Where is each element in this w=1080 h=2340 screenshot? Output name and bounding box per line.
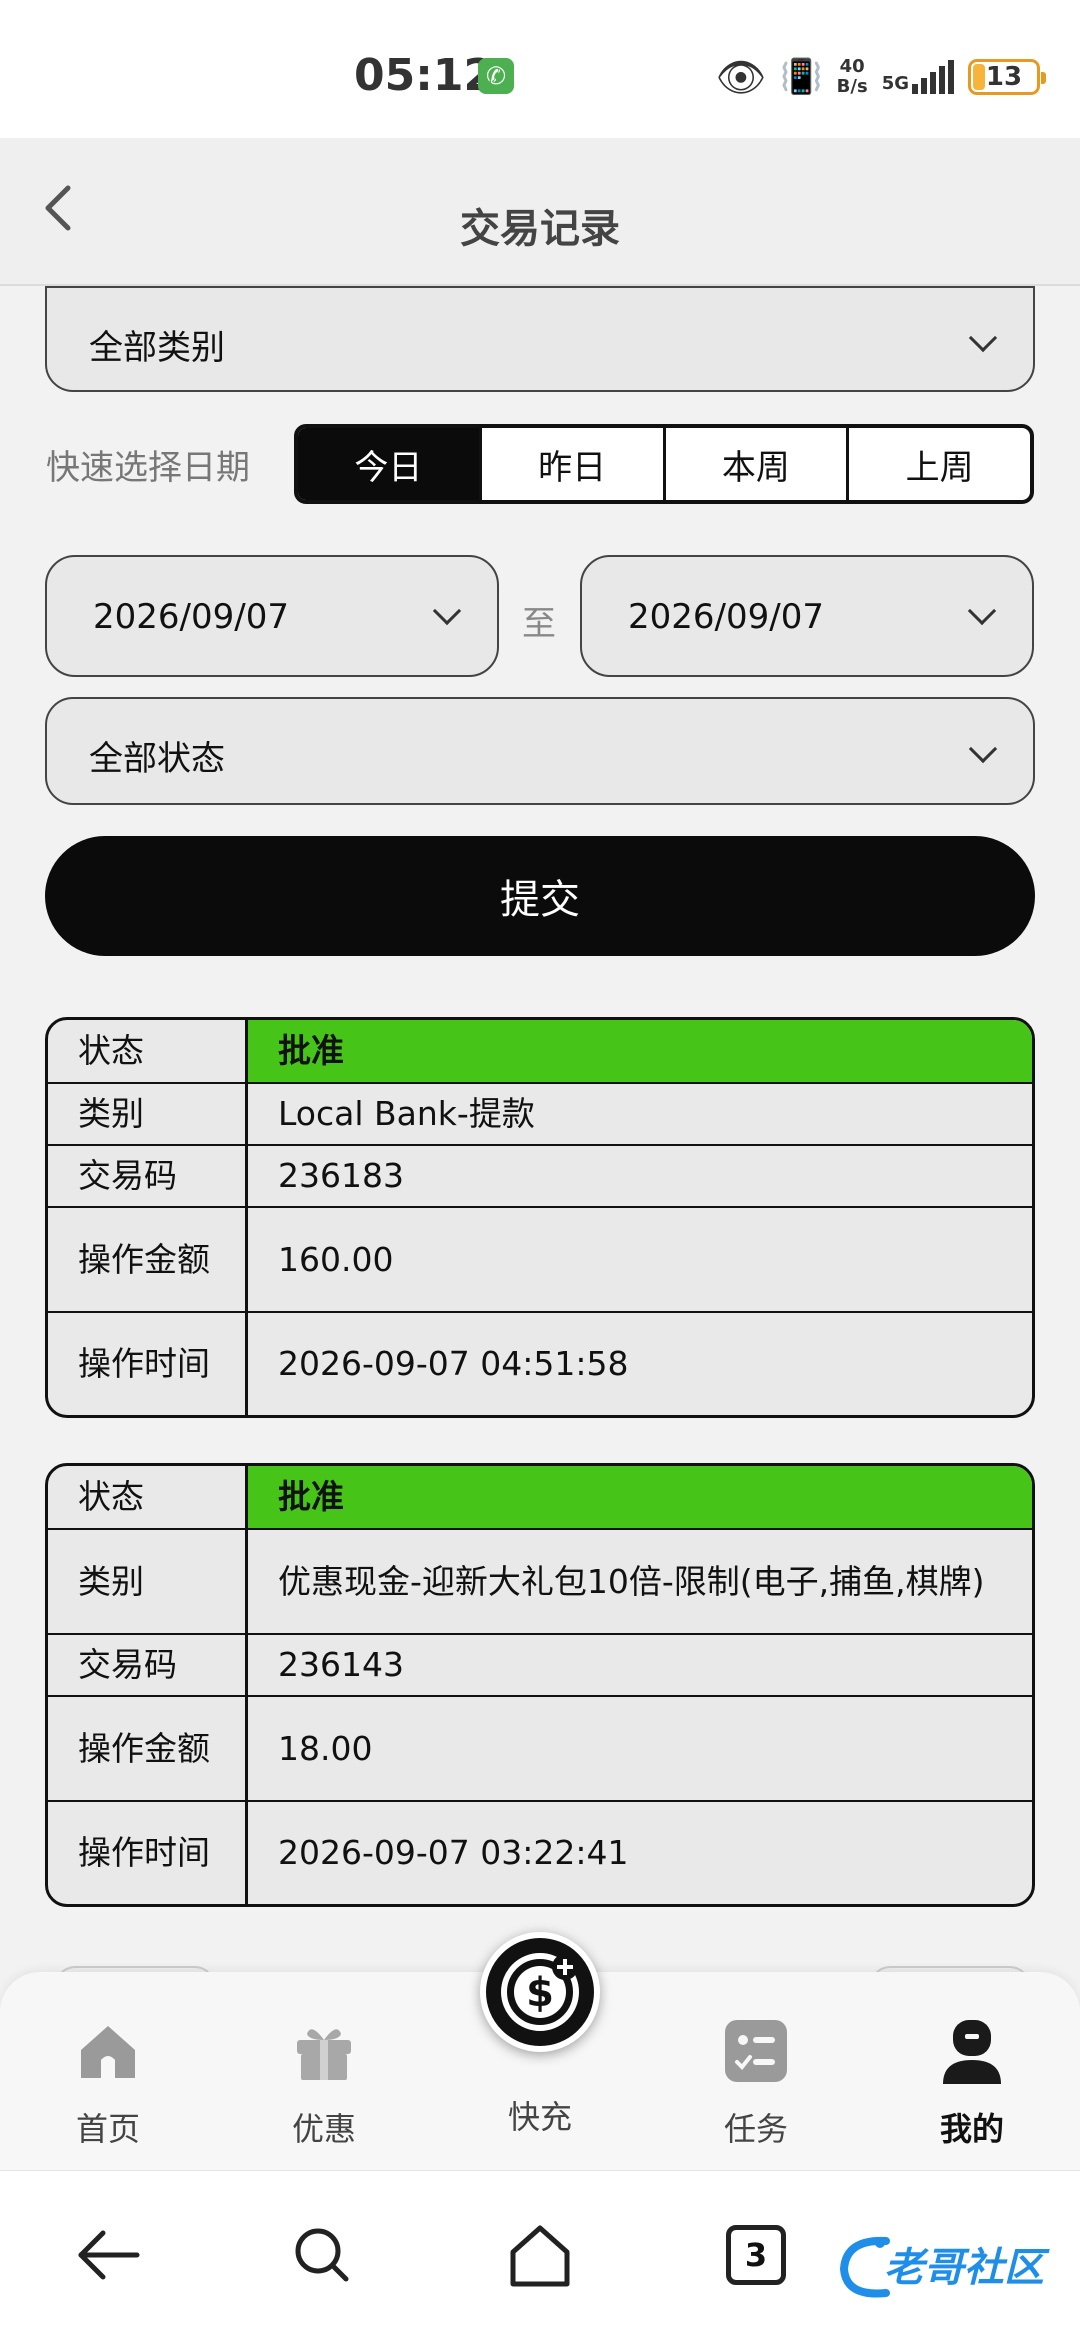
tab-promotions[interactable]: 优惠 — [254, 2016, 394, 2150]
row-value: 优惠现金-迎新大礼包10倍-限制(电子,捕鱼,棋牌) — [278, 1561, 985, 1601]
date-from-picker[interactable]: 2026/09/07 — [45, 555, 499, 677]
record-row-code: 交易码 236183 — [48, 1144, 1032, 1206]
row-label: 类别 — [48, 1530, 248, 1633]
row-value: 236143 — [278, 1645, 404, 1684]
nav-tabs-button[interactable]: 3 — [716, 2215, 796, 2295]
clock: 05:12 — [354, 50, 495, 101]
transaction-record: 状态 批准 类别 Local Bank-提款 交易码 236183 操作金额 1… — [45, 1017, 1035, 1418]
row-value: 2026-09-07 04:51:58 — [278, 1344, 629, 1383]
row-label: 状态 — [48, 1466, 248, 1528]
status-badge: 批准 — [248, 1020, 1032, 1082]
record-row-status: 状态 批准 — [48, 1020, 1032, 1082]
task-icon — [725, 2020, 787, 2082]
quick-recharge-label: 快充 — [507, 2098, 572, 2136]
tab-home[interactable]: 首页 — [38, 2016, 178, 2150]
user-icon — [943, 2020, 1001, 2084]
row-label: 操作金额 — [48, 1208, 248, 1311]
page-title: 交易记录 — [460, 206, 620, 252]
category-value: 全部类别 — [89, 328, 225, 368]
record-row-time: 操作时间 2026-09-07 04:51:58 — [48, 1311, 1032, 1415]
quick-recharge-button[interactable]: $ — [480, 1932, 600, 2052]
record-row-category: 类别 优惠现金-迎新大礼包10倍-限制(电子,捕鱼,棋牌) — [48, 1528, 1032, 1633]
network-speed: 40 B/s — [836, 56, 868, 97]
home-outline-icon — [510, 2225, 570, 2287]
status-select[interactable]: 全部状态 — [45, 697, 1035, 805]
system-nav-bar: 3 老哥社区 — [0, 2170, 1080, 2340]
row-value: 18.00 — [278, 1728, 373, 1768]
submit-button[interactable]: 提交 — [45, 836, 1035, 956]
row-value: 236183 — [278, 1156, 404, 1195]
phone-call-icon: ✆ — [478, 58, 514, 94]
nav-home-button[interactable] — [500, 2215, 580, 2295]
record-row-category: 类别 Local Bank-提款 — [48, 1082, 1032, 1144]
svg-text:$: $ — [526, 1970, 554, 2016]
search-icon — [295, 2228, 349, 2282]
tabs-count-icon: 3 — [726, 2225, 786, 2285]
quick-date-this-week[interactable]: 本周 — [662, 428, 847, 500]
app-header: 交易记录 — [0, 138, 1080, 286]
chevron-down-icon — [968, 323, 998, 353]
quick-date-segmented: 今日 昨日 本周 上周 — [294, 424, 1034, 504]
battery-icon: 13 — [968, 59, 1046, 95]
record-row-amount: 操作金额 160.00 — [48, 1206, 1032, 1311]
record-row-amount: 操作金额 18.00 — [48, 1695, 1032, 1800]
dollar-plus-icon: $ — [501, 1953, 579, 2031]
chevron-down-icon — [432, 596, 462, 626]
category-select[interactable]: 全部类别 — [45, 286, 1035, 392]
date-from-value: 2026/09/07 — [93, 597, 289, 637]
status-bar: 05:12 ✆ 👁 📳 40 B/s 5G 13 — [0, 0, 1080, 138]
row-label: 状态 — [48, 1020, 248, 1082]
row-label: 交易码 — [48, 1146, 248, 1206]
status-badge: 批准 — [248, 1466, 1032, 1528]
record-row-status: 状态 批准 — [48, 1466, 1032, 1528]
status-value: 全部状态 — [89, 739, 225, 779]
date-to-picker[interactable]: 2026/09/07 — [580, 555, 1034, 677]
row-label: 交易码 — [48, 1635, 248, 1695]
nav-search-button[interactable] — [282, 2215, 362, 2295]
nav-back-button[interactable] — [68, 2215, 148, 2295]
home-icon — [81, 2026, 135, 2078]
vibrate-icon: 📳 — [780, 57, 823, 97]
watermark-text: 老哥社区 — [884, 2245, 1044, 2291]
tab-mine[interactable]: 我的 — [902, 2016, 1042, 2150]
row-label: 操作时间 — [48, 1802, 248, 1904]
watermark-logo: 老哥社区 — [836, 2229, 1066, 2305]
signal-icon: 5G — [882, 60, 954, 94]
quick-date-today[interactable]: 今日 — [298, 428, 479, 500]
date-range-separator: 至 — [522, 604, 556, 644]
status-icons: 👁 📳 40 B/s 5G 13 — [715, 52, 1046, 102]
quick-date-label: 快速选择日期 — [46, 448, 250, 488]
date-to-value: 2026/09/07 — [628, 597, 824, 637]
quick-date-last-week[interactable]: 上周 — [846, 428, 1030, 500]
row-value: 160.00 — [278, 1239, 394, 1279]
record-row-time: 操作时间 2026-09-07 03:22:41 — [48, 1800, 1032, 1904]
record-row-code: 交易码 236143 — [48, 1633, 1032, 1695]
row-value: Local Bank-提款 — [278, 1094, 535, 1133]
row-value: 2026-09-07 03:22:41 — [278, 1833, 629, 1872]
transaction-record: 状态 批准 类别 优惠现金-迎新大礼包10倍-限制(电子,捕鱼,棋牌) 交易码 … — [45, 1463, 1035, 1907]
chevron-down-icon — [967, 596, 997, 626]
quick-date-yesterday[interactable]: 昨日 — [478, 428, 663, 500]
row-label: 操作金额 — [48, 1697, 248, 1800]
arrow-left-icon — [78, 2230, 140, 2280]
gift-icon — [297, 2029, 351, 2080]
eye-icon: 👁 — [715, 54, 767, 101]
chevron-down-icon — [968, 734, 998, 764]
row-label: 操作时间 — [48, 1313, 248, 1415]
row-label: 类别 — [48, 1084, 248, 1144]
tab-tasks[interactable]: 任务 — [686, 2016, 826, 2150]
